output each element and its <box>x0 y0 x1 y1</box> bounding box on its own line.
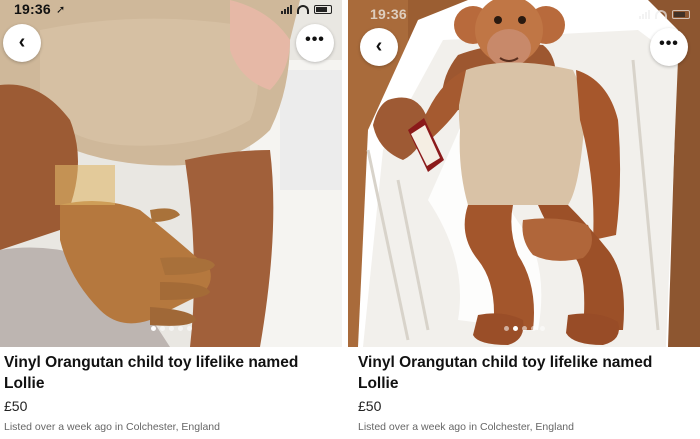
system-status-icons <box>281 3 332 15</box>
listing-photo[interactable] <box>348 0 700 347</box>
pager-dot[interactable] <box>168 326 174 331</box>
location-arrow-icon: ➚ <box>56 4 66 16</box>
listing-meta: Listed over a week ago in Colchester, En… <box>358 421 574 433</box>
listing-title: Vinyl Orangutan child toy lifelike named… <box>4 354 299 392</box>
pager-dot[interactable] <box>512 326 518 331</box>
pager-dot[interactable] <box>150 326 156 331</box>
more-options-button[interactable]: ••• <box>650 28 688 66</box>
listing-price: £50 <box>358 398 382 414</box>
signal-icon <box>281 4 292 14</box>
signal-icon <box>639 9 650 19</box>
photo-pager <box>348 326 700 331</box>
more-options-icon: ••• <box>659 35 679 52</box>
orangutan-toy-in-box-photo <box>348 0 700 347</box>
pager-dot[interactable] <box>159 326 165 331</box>
status-time: 19:36 <box>370 6 407 22</box>
pager-dot[interactable] <box>186 326 192 331</box>
chevron-left-icon: ‹ <box>18 31 26 53</box>
wifi-icon <box>297 4 309 14</box>
status-bar: 19:36 <box>348 0 700 22</box>
pager-dot[interactable] <box>539 326 545 331</box>
pager-dot[interactable] <box>177 326 183 331</box>
chevron-left-icon: ‹ <box>375 35 383 57</box>
listing-price: £50 <box>4 398 28 414</box>
status-time: 19:36 <box>14 1 51 17</box>
more-options-button[interactable]: ••• <box>296 24 334 62</box>
listing-card-left[interactable]: 19:36 ➚ ‹ ••• Vinyl Orangutan child toy … <box>0 0 342 439</box>
listing-meta: Listed over a week ago in Colchester, En… <box>4 421 220 433</box>
listing-title: Vinyl Orangutan child toy lifelike named… <box>358 354 653 392</box>
close-up-toy-photo <box>0 0 342 347</box>
listing-photo[interactable] <box>0 0 342 347</box>
battery-icon <box>314 4 332 14</box>
pager-dot[interactable] <box>503 326 509 331</box>
system-status-icons <box>639 8 690 20</box>
pager-dot[interactable] <box>521 326 527 331</box>
listing-info: Vinyl Orangutan child toy lifelike named… <box>0 352 342 433</box>
pager-dot[interactable] <box>530 326 536 331</box>
more-options-icon: ••• <box>305 31 325 48</box>
listing-info: Vinyl Orangutan child toy lifelike named… <box>348 352 700 433</box>
photo-pager <box>0 326 342 331</box>
back-button[interactable]: ‹ <box>3 24 41 62</box>
listing-card-right[interactable]: 19:36 ‹ ••• Vinyl Orangutan child toy li… <box>348 0 700 439</box>
battery-icon <box>672 9 690 19</box>
status-bar: 19:36 ➚ <box>0 0 342 20</box>
wifi-icon <box>655 9 667 19</box>
back-button[interactable]: ‹ <box>360 28 398 66</box>
